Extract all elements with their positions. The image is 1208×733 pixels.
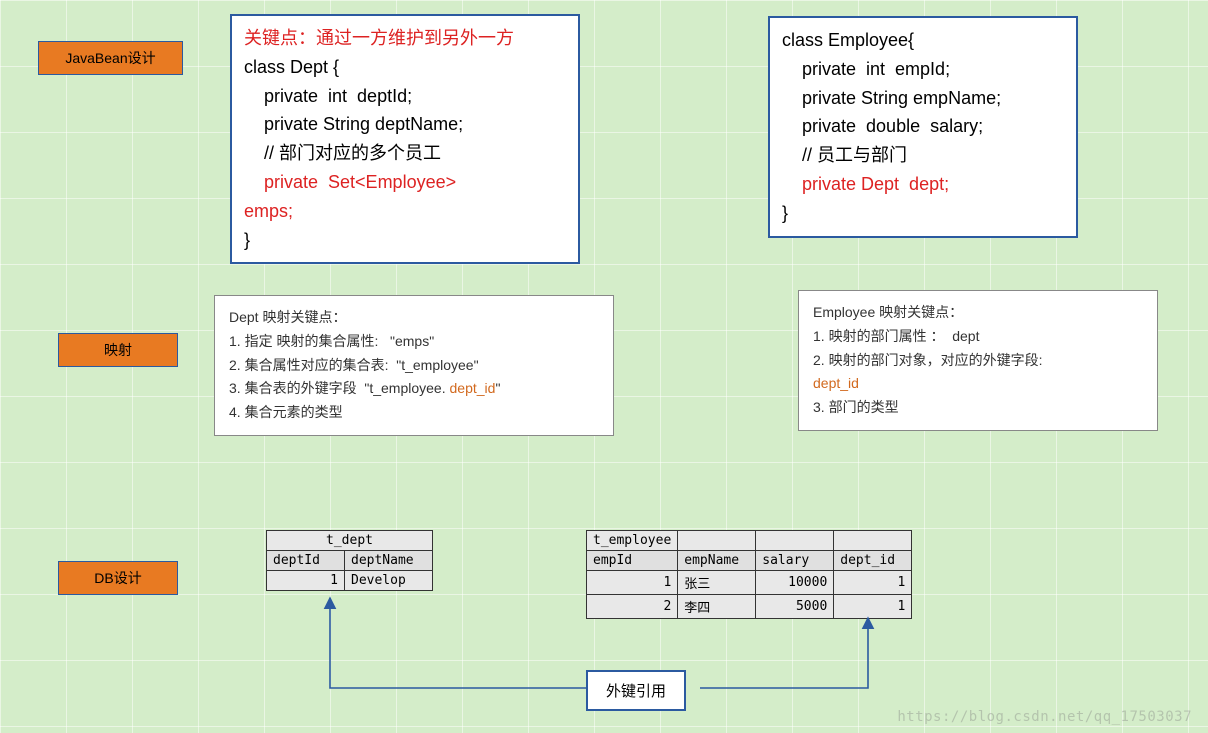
code-line: private int empId; [782,55,1064,84]
info-line: 1. 指定 映射的集合属性: "emps" [229,330,599,354]
employee-mapping-info: Employee 映射关键点： 1. 映射的部门属性 ： dept 2. 映射的… [798,290,1158,431]
code-line: } [782,199,1064,228]
info-line: Dept 映射关键点： [229,306,599,330]
info-line: 2. 集合属性对应的集合表: "t_employee" [229,354,599,378]
fk-reference-box: 外键引用 [586,670,686,711]
t-dept-table: t_dept deptId deptName 1 Develop [266,530,433,591]
watermark: https://blog.csdn.net/qq_17503037 [897,709,1192,725]
table-row: 2 李四 5000 1 [587,595,912,619]
info-line: Employee 映射关键点： [813,301,1143,325]
label-db: DB设计 [58,561,178,595]
code-line: class Employee{ [782,26,1064,55]
info-line: 3. 集合表的外键字段 "t_employee. dept_id" [229,377,599,401]
code-line: // 员工与部门 [782,141,1064,170]
info-line: 4. 集合元素的类型 [229,401,599,425]
label-mapping: 映射 [58,333,178,367]
label-javabean: JavaBean设计 [38,41,183,75]
info-line: 2. 映射的部门对象，对应的外键字段: [813,349,1143,373]
code-line: private String empName; [782,84,1064,113]
code-line: private Set<Employee> [244,168,566,197]
code-line: } [244,226,566,255]
col-header: deptName [345,551,433,571]
code-line: private double salary; [782,112,1064,141]
table-row: 1 Develop [267,571,433,591]
table-row: 1 张三 10000 1 [587,571,912,595]
code-line: // 部门对应的多个员工 [244,139,566,168]
info-line: 1. 映射的部门属性 ： dept [813,325,1143,349]
code-line: class Dept { [244,53,566,82]
employee-class-code: class Employee{ private int empId; priva… [768,16,1078,238]
dept-class-code: 关键点：通过一方维护到另外一方 class Dept { private int… [230,14,580,264]
info-line: 3. 部门的类型 [813,396,1143,420]
dept-keypoint: 关键点：通过一方维护到另外一方 [244,24,566,53]
code-line: private Dept dept; [782,170,1064,199]
table-title: t_dept [267,531,433,551]
col-header: salary [756,551,834,571]
col-header: empId [587,551,678,571]
code-line: private int deptId; [244,82,566,111]
dept-mapping-info: Dept 映射关键点： 1. 指定 映射的集合属性: "emps" 2. 集合属… [214,295,614,436]
table-title: t_employee [587,531,678,551]
info-line: dept_id [813,372,1143,396]
code-line: private String deptName; [244,110,566,139]
t-employee-table: t_employee empId empName salary dept_id … [586,530,912,619]
code-line: emps; [244,197,566,226]
col-header: deptId [267,551,345,571]
col-header: empName [678,551,756,571]
col-header: dept_id [834,551,912,571]
